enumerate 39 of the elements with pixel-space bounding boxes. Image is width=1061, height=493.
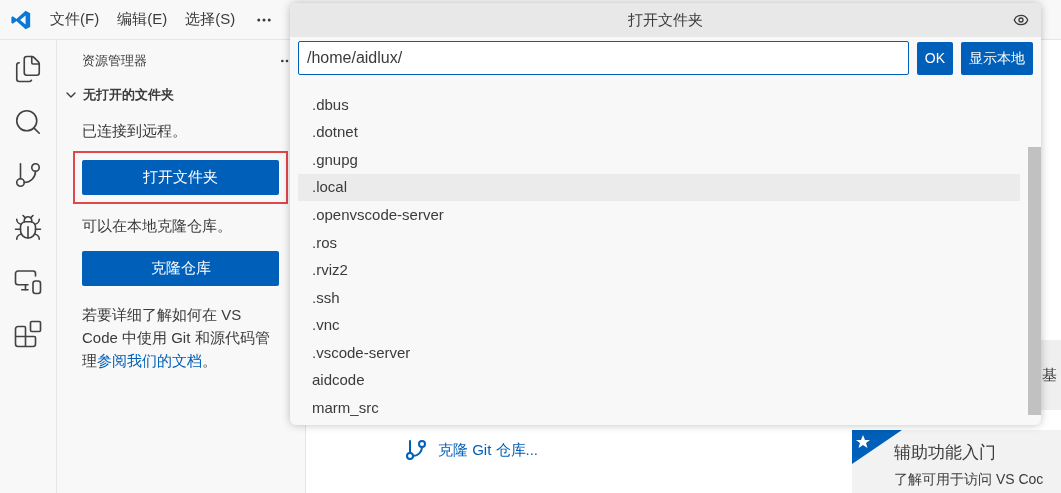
folder-item[interactable]: .dotnet	[298, 118, 1020, 147]
card-description: 了解可用于访问 VS Coc	[894, 469, 1045, 489]
dialog-title: 打开文件夹	[628, 9, 703, 30]
logo-icon	[10, 8, 32, 31]
folder-item[interactable]: .ros	[298, 228, 1020, 257]
card-title: 基	[1042, 364, 1057, 385]
menu-item[interactable]: 选择(S)	[185, 8, 236, 31]
card-title: 辅助功能入门	[894, 442, 997, 464]
menu-item[interactable]: 文件(F)	[50, 8, 100, 31]
dialog-button[interactable]: OK	[916, 41, 953, 75]
accessibility-card[interactable]: 辅助功能入门 了解可用于访问 VS Coc	[852, 430, 1061, 493]
folder-item[interactable]: .ssh	[298, 284, 1020, 312]
panel-title: 资源管理器	[82, 52, 147, 71]
folder-item[interactable]: marm_src	[298, 394, 1020, 423]
docs-link[interactable]: 参阅我们的文档	[97, 352, 202, 369]
dialog-button[interactable]: 显示本地	[961, 41, 1033, 75]
blocks-icon[interactable]	[13, 319, 43, 349]
clone-text: 可以在本地克隆仓库。	[82, 215, 233, 236]
eye-icon[interactable]	[1013, 12, 1029, 28]
files-icon[interactable]	[13, 54, 43, 84]
folder-item[interactable]: .rviz2	[298, 256, 1020, 285]
folder-item[interactable]: .vscode-server	[298, 339, 1020, 367]
branch-icon	[404, 438, 428, 462]
bug-icon[interactable]	[13, 213, 43, 243]
clone-git-link[interactable]: 克隆 Git 仓库...	[438, 438, 538, 462]
folder-item[interactable]: .openvscode-server	[298, 201, 1020, 229]
clone-button[interactable]: 克隆仓库	[82, 251, 279, 286]
path-field[interactable]: /home/aidlux/	[298, 41, 909, 75]
branch-icon[interactable]	[13, 160, 43, 190]
connected-text: 已连接到远程。	[82, 121, 188, 141]
help-text: 若要详细了解如何在 VS Code 中使用 Git 和源代码管理参阅我们的文档。	[82, 305, 271, 371]
folder-item[interactable]: .vnc	[298, 311, 1020, 340]
folder-item[interactable]: aidcode	[298, 366, 1020, 395]
open-folder-button[interactable]: 打开文件夹	[82, 159, 279, 195]
folder-item[interactable]: .local	[298, 173, 1020, 202]
menu-item[interactable]: 编辑(E)	[117, 8, 168, 31]
scrollbar[interactable]	[1028, 147, 1041, 415]
folder-item[interactable]: .gnupg	[298, 146, 1020, 174]
search-icon[interactable]	[13, 107, 43, 137]
